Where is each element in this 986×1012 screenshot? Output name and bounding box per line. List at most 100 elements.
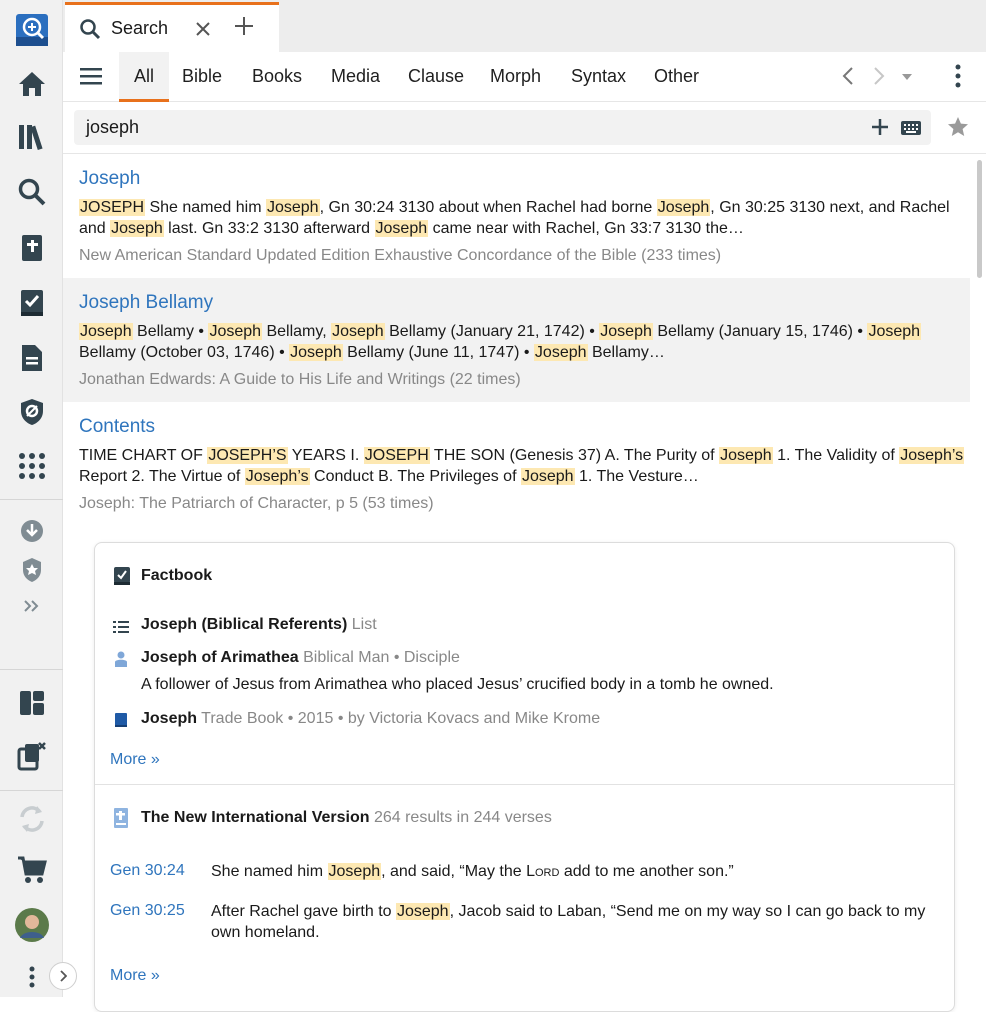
search-input-value: joseph <box>86 117 140 137</box>
verse-ref-link[interactable]: Gen 30:25 <box>110 902 185 920</box>
factbook-item-name[interactable]: Joseph <box>141 710 197 727</box>
more-options-icon[interactable] <box>955 64 961 88</box>
search-hit-highlight: Joseph’s <box>899 447 965 464</box>
search-icon[interactable] <box>0 172 63 212</box>
filter-morph[interactable]: Morph <box>490 52 541 102</box>
logos-logo-icon[interactable] <box>0 10 63 50</box>
forward-chevron-icon[interactable] <box>873 66 885 86</box>
snippet-text: came near with Rachel, Gn 33:7 3130 the… <box>428 220 744 237</box>
search-icon <box>80 18 101 39</box>
shield-icon[interactable] <box>0 392 63 432</box>
document-icon[interactable] <box>0 338 63 378</box>
factbook-item[interactable]: Joseph (Biblical Referents) List <box>141 616 377 634</box>
layouts-icon[interactable] <box>0 683 63 723</box>
result-snippet-line: and Joseph last. Gn 33:2 3130 afterward … <box>79 220 744 238</box>
result-snippet-line: JOSEPH She named him Joseph, Gn 30:24 31… <box>79 199 950 217</box>
cart-icon[interactable] <box>0 850 63 890</box>
snippet-text: YEARS I. <box>287 447 364 464</box>
bible-version-name[interactable]: The New International Version <box>141 809 370 826</box>
factbook-card: Factbook Joseph (Biblical Referents) Lis… <box>94 542 955 1012</box>
factbook-item-meta: Biblical Man • Disciple <box>303 649 460 666</box>
bible-results-heading: The New International Version 264 result… <box>141 809 552 827</box>
hamburger-menu-icon[interactable] <box>80 67 102 85</box>
result-snippet-line: Joseph Bellamy • Joseph Bellamy, Joseph … <box>79 323 922 341</box>
snippet-text: 1. The Vesture… <box>574 468 699 485</box>
snippet-text: Bellamy… <box>587 344 665 361</box>
result-item-selected[interactable]: Joseph Bellamy Joseph Bellamy • Joseph B… <box>63 278 970 402</box>
search-input[interactable]: joseph <box>74 110 931 145</box>
factbook-item-name[interactable]: Joseph of Arimathea <box>141 649 299 666</box>
badge-icon[interactable] <box>0 550 63 590</box>
snippet-text: 1. The Validity of <box>772 447 900 464</box>
factbook-heading: Factbook <box>141 567 213 584</box>
factbook-icon <box>114 567 130 585</box>
search-hit-highlight: Joseph <box>599 323 653 340</box>
verse-text: She named him Joseph, and said, “May the… <box>211 861 734 882</box>
filter-all[interactable]: All <box>119 52 169 102</box>
search-hit-highlight: Joseph <box>395 903 450 920</box>
filter-other[interactable]: Other <box>654 52 699 102</box>
filter-syntax[interactable]: Syntax <box>571 52 626 102</box>
search-hit-highlight: Joseph <box>110 220 164 237</box>
filter-clause[interactable]: Clause <box>408 52 464 102</box>
factbook-item-meta: Trade Book • 2015 • by Victoria Kovacs a… <box>201 710 601 727</box>
result-snippet-line: Report 2. The Virtue of Joseph’s Conduct… <box>79 468 699 486</box>
factbook-item-name[interactable]: Joseph (Biblical Referents) <box>141 616 347 633</box>
new-tab-plus-icon[interactable] <box>234 16 254 36</box>
tab-bar: Search <box>63 0 986 52</box>
history-dropdown-icon[interactable] <box>902 74 912 80</box>
back-chevron-icon[interactable] <box>842 66 854 86</box>
result-source: New American Standard Updated Edition Ex… <box>79 247 722 264</box>
search-hit-highlight: Joseph <box>265 199 320 216</box>
result-snippet-line: TIME CHART OF JOSEPH’S YEARS I. JOSEPH T… <box>79 447 965 465</box>
close-panels-icon[interactable] <box>0 736 63 776</box>
snippet-text: Bellamy, <box>262 323 332 340</box>
search-hit-highlight: Joseph <box>208 323 263 340</box>
result-title[interactable]: Joseph <box>79 168 140 190</box>
factbook-item[interactable]: Joseph Trade Book • 2015 • by Victoria K… <box>141 710 600 728</box>
keyboard-icon[interactable] <box>901 121 921 135</box>
snippet-text: She named him <box>145 199 266 216</box>
apps-grid-icon[interactable] <box>0 446 63 486</box>
bible-version-icon <box>114 808 128 828</box>
reading-plan-icon[interactable] <box>0 283 63 323</box>
search-hit-highlight: Joseph <box>331 323 385 340</box>
search-hit-highlight: Joseph’s <box>244 468 310 485</box>
result-item[interactable]: Joseph JOSEPH She named him Joseph, Gn 3… <box>63 156 970 278</box>
verse-text-parts: She named him Joseph, and said, “May the <box>211 863 526 880</box>
sync-icon[interactable] <box>0 799 63 839</box>
factbook-more-link[interactable]: More » <box>110 751 160 769</box>
scrollbar-thumb[interactable] <box>977 160 982 278</box>
snippet-text: , Gn 30:24 3130 about when Rachel had bo… <box>319 199 657 216</box>
filter-books[interactable]: Books <box>252 52 302 102</box>
add-search-term-icon[interactable] <box>871 118 889 136</box>
result-snippet-line: Bellamy (October 03, 1746) • Joseph Bell… <box>79 344 665 362</box>
snippet-text: Bellamy • <box>132 323 209 340</box>
result-title[interactable]: Contents <box>79 416 155 438</box>
filter-bible[interactable]: Bible <box>182 52 222 102</box>
download-icon[interactable] <box>0 511 63 551</box>
result-item[interactable]: Contents TIME CHART OF JOSEPH’S YEARS I.… <box>63 402 970 526</box>
result-title[interactable]: Joseph Bellamy <box>79 292 213 314</box>
verse-ref-link[interactable]: Gen 30:24 <box>110 862 185 880</box>
close-icon[interactable] <box>196 21 210 36</box>
user-avatar[interactable] <box>0 905 63 945</box>
book-icon <box>115 713 127 727</box>
favorite-star-icon[interactable] <box>947 116 969 138</box>
bible-more-link[interactable]: More » <box>110 967 160 985</box>
verse-text-line: own homeland. <box>211 924 320 941</box>
list-icon <box>113 621 129 633</box>
snippet-text: After Rachel gave birth to <box>211 903 396 920</box>
verse-text-tail: add to me another son.” <box>559 863 734 880</box>
snippet-text: and <box>79 220 111 237</box>
filter-media[interactable]: Media <box>331 52 380 102</box>
app-sidebar <box>0 0 77 997</box>
search-hit-highlight: Joseph <box>867 323 922 340</box>
bible-icon[interactable] <box>0 228 63 268</box>
search-hit-highlight: Joseph <box>719 447 773 464</box>
home-icon[interactable] <box>0 64 63 104</box>
expand-chevrons-icon[interactable] <box>0 586 63 626</box>
library-icon[interactable] <box>0 117 63 157</box>
factbook-item[interactable]: Joseph of Arimathea Biblical Man • Disci… <box>141 649 460 667</box>
snippet-text: THE SON (Genesis 37) A. The Purity of <box>429 447 720 464</box>
